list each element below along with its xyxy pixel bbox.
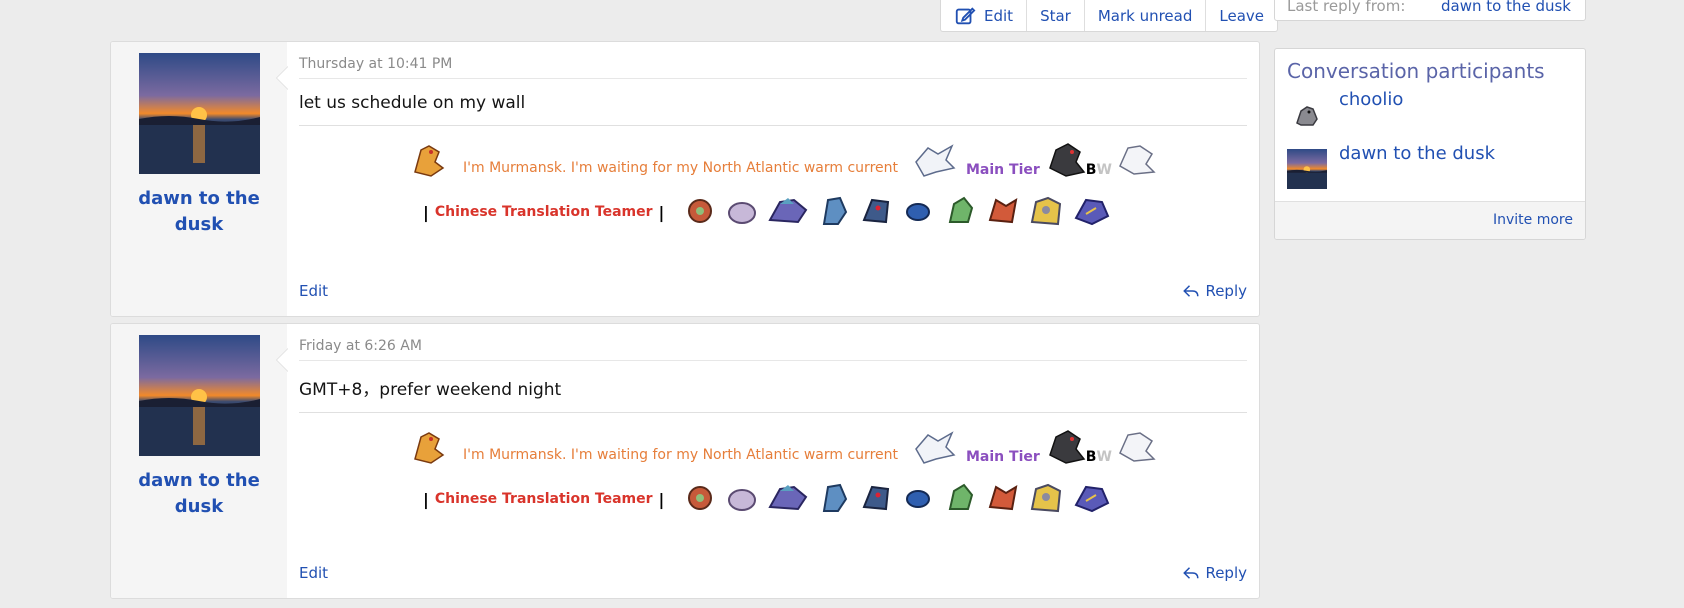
pencil-square-icon (955, 6, 976, 24)
message-post: dawn to the dusk Thursday at 10:41 PM le… (110, 41, 1260, 317)
team-sprite-icon (1074, 198, 1110, 226)
reply-icon (1183, 567, 1199, 579)
reply-button[interactable]: Reply (1182, 564, 1247, 582)
conversation-info-block: Last reply from: dawn to the dusk (1274, 0, 1586, 21)
leave-button[interactable]: Leave (1205, 0, 1277, 31)
message-user-cell: dawn to the dusk (111, 324, 288, 598)
team-sprite-icon (728, 489, 757, 511)
message-content: Friday at 6:26 AM GMT+8，prefer weekend n… (287, 324, 1259, 598)
team-sprite-icon (989, 485, 1018, 511)
team-sprite-icon (688, 486, 713, 510)
avatar[interactable] (1287, 149, 1327, 189)
team-sprite-icon (906, 203, 931, 221)
last-reply-user-link[interactable]: dawn to the dusk (1441, 0, 1571, 15)
team-sprite-icon (1074, 485, 1110, 513)
lugia-sprite-icon (915, 144, 956, 177)
ho-oh-sprite-icon (414, 432, 445, 464)
participant-item: choolio (1275, 89, 1585, 143)
signature-quote: I'm Murmansk. I'm waiting for my North A… (463, 447, 898, 463)
signature-bw-b: B (1085, 449, 1097, 465)
signature-quote: I'm Murmansk. I'm waiting for my North A… (463, 160, 898, 176)
edit-message-link[interactable]: Edit (299, 282, 328, 300)
signature-bar-right: | (658, 202, 665, 222)
message-body: let us schedule on my wall (299, 79, 1247, 126)
signature-teamer: Chinese Translation Teamer (434, 491, 653, 507)
team-sprite-icon (823, 196, 848, 225)
signature-bar-left: | (423, 202, 429, 222)
team-sprite-icon (728, 202, 757, 224)
participant-name-link[interactable]: dawn to the dusk (1339, 143, 1495, 164)
star-button[interactable]: Star (1026, 0, 1084, 31)
avatar[interactable] (1287, 95, 1327, 135)
invite-more-link[interactable]: Invite more (1493, 212, 1573, 228)
message-footer: Edit Reply (299, 564, 1247, 582)
message-footer: Edit Reply (299, 282, 1247, 300)
ho-oh-sprite-icon (414, 145, 445, 177)
zekrom-sprite-icon (1048, 430, 1086, 464)
team-sprite-icon (1031, 483, 1062, 513)
signature-tier: Main Tier (966, 162, 1040, 178)
participants-block: Conversation participants choolio dawn t… (1274, 48, 1586, 240)
team-sprite-icon (688, 199, 713, 223)
last-reply-label: Last reply from: (1287, 0, 1406, 15)
signature-line-2: | Chinese Translation Teamer | (417, 194, 1112, 230)
conversation-toolbar: Edit Star Mark unread Leave (940, 0, 1279, 32)
team-sprite-icon (949, 196, 974, 223)
participant-item: dawn to the dusk (1275, 143, 1585, 197)
signature-bw-w: W (1096, 449, 1112, 465)
edit-label: Edit (984, 6, 1014, 25)
message-author-link[interactable]: dawn to the dusk (111, 186, 287, 238)
message-body: GMT+8，prefer weekend night (299, 361, 1247, 413)
team-sprite-icon (823, 483, 848, 512)
signature-line-1: I'm Murmansk. I'm waiting for my North A… (409, 429, 1156, 467)
signature-bw-w: W (1096, 162, 1112, 178)
message-post: dawn to the dusk Friday at 6:26 AM GMT+8… (110, 323, 1260, 599)
team-sprite-icon (768, 485, 808, 511)
signature-teamer: Chinese Translation Teamer (434, 204, 653, 220)
invite-footer: Invite more (1275, 201, 1585, 239)
participants-title: Conversation participants (1287, 59, 1545, 83)
signature: I'm Murmansk. I'm waiting for my North A… (299, 126, 1247, 248)
message-user-cell: dawn to the dusk (111, 42, 288, 316)
team-sprite-icon (862, 485, 890, 511)
team-sprite-icon (862, 198, 890, 224)
signature-team-sprites (682, 481, 1112, 517)
reshiram-sprite-icon (1118, 145, 1156, 175)
participant-name-link[interactable]: choolio (1339, 89, 1403, 110)
reply-label: Reply (1205, 564, 1247, 582)
reply-icon (1183, 285, 1199, 297)
team-sprite-icon (1031, 196, 1062, 226)
lugia-sprite-icon (915, 431, 956, 464)
signature-team-sprites (682, 194, 1112, 230)
team-sprite-icon (949, 483, 974, 510)
avatar[interactable] (138, 53, 260, 174)
avatar[interactable] (138, 335, 260, 456)
message-date[interactable]: Friday at 6:26 AM (299, 324, 1247, 361)
edit-conversation-button[interactable]: Edit (941, 0, 1026, 31)
team-sprite-icon (989, 198, 1018, 224)
signature-tier: Main Tier (966, 449, 1040, 465)
reshiram-sprite-icon (1118, 432, 1156, 462)
signature-line-1: I'm Murmansk. I'm waiting for my North A… (409, 142, 1156, 180)
signature-bar-left: | (423, 489, 429, 509)
signature-line-2: | Chinese Translation Teamer | (417, 481, 1112, 517)
signature: I'm Murmansk. I'm waiting for my North A… (299, 413, 1247, 535)
team-sprite-icon (906, 490, 931, 508)
message-content: Thursday at 10:41 PM let us schedule on … (287, 42, 1259, 316)
mark-unread-button[interactable]: Mark unread (1083, 0, 1206, 31)
signature-bw-b: B (1085, 162, 1097, 178)
edit-message-link[interactable]: Edit (299, 564, 328, 582)
signature-bar-right: | (658, 489, 665, 509)
message-author-link[interactable]: dawn to the dusk (111, 468, 287, 520)
team-sprite-icon (768, 198, 808, 224)
zekrom-sprite-icon (1048, 143, 1086, 177)
message-date[interactable]: Thursday at 10:41 PM (299, 42, 1247, 79)
reply-button[interactable]: Reply (1182, 282, 1247, 300)
reply-label: Reply (1205, 282, 1247, 300)
